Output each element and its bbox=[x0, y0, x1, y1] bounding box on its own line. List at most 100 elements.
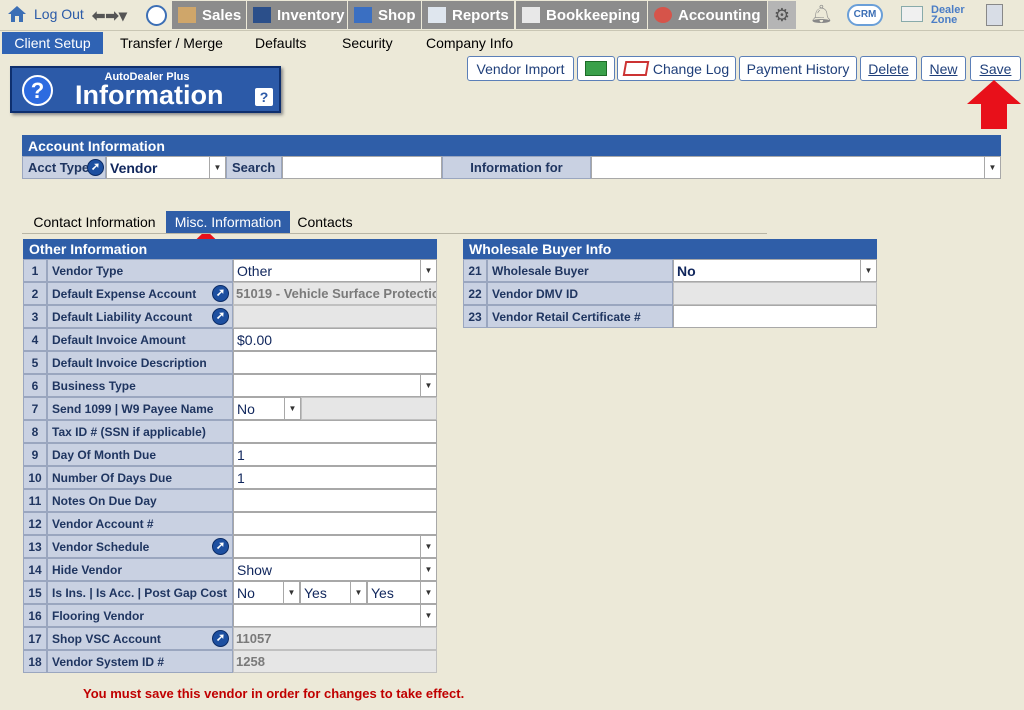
tab-contacts[interactable]: Contacts bbox=[293, 211, 357, 233]
user-icon[interactable] bbox=[146, 5, 167, 26]
wrench-icon bbox=[354, 7, 372, 23]
back-forward-icon[interactable]: ⬅➡▾ bbox=[92, 6, 127, 26]
save-button[interactable]: Save bbox=[970, 56, 1021, 81]
page-header-logo: ? AutoDealer Plus Information ? bbox=[10, 66, 281, 113]
row-select[interactable]: Show ▼ bbox=[233, 558, 437, 581]
row-label: Business Type bbox=[47, 374, 233, 397]
car-icon bbox=[253, 7, 271, 23]
row-number: 4 bbox=[23, 328, 47, 351]
tab-misc-information[interactable]: Misc. Information bbox=[166, 211, 290, 233]
nav-inventory[interactable]: Inventory bbox=[247, 1, 347, 29]
row-label: Vendor Retail Certificate # bbox=[487, 305, 673, 328]
row-input[interactable]: 1 bbox=[233, 443, 437, 466]
save-warning-note: You must save this vendor in order for c… bbox=[83, 686, 465, 701]
chevron-down-icon: ▼ bbox=[420, 605, 436, 626]
payment-history-button[interactable]: Payment History bbox=[739, 56, 857, 81]
folder-icon bbox=[585, 61, 607, 76]
row-input[interactable]: 1 bbox=[233, 466, 437, 489]
row-number: 11 bbox=[23, 489, 47, 512]
subnav-company-info[interactable]: Company Info bbox=[426, 35, 513, 51]
row-number: 14 bbox=[23, 558, 47, 581]
row-select[interactable]: No ▼ bbox=[233, 397, 301, 420]
page-title: Information bbox=[75, 80, 224, 110]
crm-button[interactable]: CRM bbox=[847, 4, 883, 26]
new-button[interactable]: New bbox=[921, 56, 966, 81]
row-number: 7 bbox=[23, 397, 47, 420]
subnav-client-setup[interactable]: Client Setup bbox=[2, 32, 103, 54]
link-icon[interactable]: ➚ bbox=[212, 308, 229, 325]
row-number: 23 bbox=[463, 305, 487, 328]
nav-reports[interactable]: Reports bbox=[422, 1, 514, 29]
row-input[interactable] bbox=[233, 351, 437, 374]
row-input[interactable] bbox=[233, 512, 437, 535]
search-input[interactable] bbox=[282, 156, 442, 179]
nav-bookkeeping[interactable]: Bookkeeping bbox=[516, 1, 647, 29]
nav-shop[interactable]: Shop bbox=[348, 1, 421, 29]
pie-chart-icon bbox=[654, 7, 672, 23]
calculator-icon[interactable] bbox=[986, 4, 1003, 26]
sub-nav: Client Setup Transfer / Merge Defaults S… bbox=[0, 30, 1024, 54]
dealer-zone-link[interactable]: Dealer Zone bbox=[931, 5, 965, 26]
other-info-header: Other Information bbox=[23, 239, 437, 259]
row-label: Wholesale Buyer bbox=[487, 259, 673, 282]
vendor-import-button[interactable]: Vendor Import bbox=[467, 56, 574, 81]
info-for-select[interactable]: ▼ bbox=[591, 156, 1001, 179]
row-number: 8 bbox=[23, 420, 47, 443]
chevron-down-icon: ▼ bbox=[860, 260, 876, 281]
link-icon[interactable]: ➚ bbox=[212, 285, 229, 302]
chevron-down-icon: ▼ bbox=[209, 157, 225, 178]
row-select[interactable]: Yes ▼ bbox=[300, 581, 367, 604]
delete-button[interactable]: Delete bbox=[860, 56, 917, 81]
subnav-security[interactable]: Security bbox=[342, 35, 393, 51]
row-select[interactable]: Yes ▼ bbox=[367, 581, 437, 604]
row-number: 9 bbox=[23, 443, 47, 466]
chevron-down-icon: ▼ bbox=[350, 582, 366, 603]
logout-link[interactable]: Log Out bbox=[6, 5, 84, 23]
row-select[interactable]: ▼ bbox=[233, 374, 437, 397]
home-icon bbox=[8, 6, 26, 22]
link-icon[interactable]: ➚ bbox=[212, 630, 229, 647]
row-label: Day Of Month Due bbox=[47, 443, 233, 466]
row-label: Vendor Type bbox=[47, 259, 233, 282]
change-log-button[interactable]: Change Log bbox=[617, 56, 736, 81]
tab-contact-information[interactable]: Contact Information bbox=[28, 211, 161, 233]
folder-button[interactable] bbox=[577, 56, 615, 81]
info-for-label: Information for bbox=[442, 156, 591, 179]
gear-icon[interactable]: ⚙ bbox=[768, 1, 796, 29]
row-label: Default Invoice Description bbox=[47, 351, 233, 374]
row-input[interactable]: $0.00 bbox=[233, 328, 437, 351]
chevron-down-icon: ▼ bbox=[420, 260, 436, 281]
row-readonly: 51019 - Vehicle Surface Protection bbox=[233, 282, 437, 305]
row-select-value: Other bbox=[237, 262, 273, 279]
chevron-down-icon: ▼ bbox=[283, 582, 299, 603]
row-number: 17 bbox=[23, 627, 47, 650]
wholesale-buyer-select[interactable]: No ▼ bbox=[673, 259, 877, 282]
row-select[interactable]: ▼ bbox=[233, 535, 437, 558]
link-icon[interactable]: ➚ bbox=[212, 538, 229, 555]
nav-accounting[interactable]: Accounting bbox=[648, 1, 767, 29]
row-input[interactable] bbox=[233, 420, 437, 443]
nav-sales[interactable]: Sales bbox=[172, 1, 246, 29]
subnav-transfer-merge[interactable]: Transfer / Merge bbox=[120, 35, 223, 51]
row-number: 5 bbox=[23, 351, 47, 374]
row-select[interactable]: Other ▼ bbox=[233, 259, 437, 282]
row-input[interactable] bbox=[673, 305, 877, 328]
arrow-up-save-icon bbox=[967, 80, 1021, 129]
acct-type-select[interactable]: Vendor ▼ bbox=[106, 156, 226, 179]
link-icon[interactable]: ➚ bbox=[87, 159, 104, 176]
row-number: 13 bbox=[23, 535, 47, 558]
subnav-defaults[interactable]: Defaults bbox=[255, 35, 306, 51]
account-info-header: Account Information bbox=[22, 135, 1001, 156]
row-input[interactable] bbox=[233, 489, 437, 512]
row-select[interactable]: ▼ bbox=[233, 604, 437, 627]
row-select[interactable]: No ▼ bbox=[233, 581, 300, 604]
row-select-value: No bbox=[677, 262, 696, 279]
bell-icon[interactable]: 🔔︎ bbox=[810, 4, 833, 25]
row-label: Vendor System ID # bbox=[47, 650, 233, 673]
chevron-down-icon: ▼ bbox=[420, 536, 436, 557]
chevron-down-icon: ▼ bbox=[420, 375, 436, 396]
row-number: 1 bbox=[23, 259, 47, 282]
notebook-icon bbox=[622, 61, 650, 76]
help-icon[interactable]: ? bbox=[255, 88, 273, 106]
row-label: Hide Vendor bbox=[47, 558, 233, 581]
